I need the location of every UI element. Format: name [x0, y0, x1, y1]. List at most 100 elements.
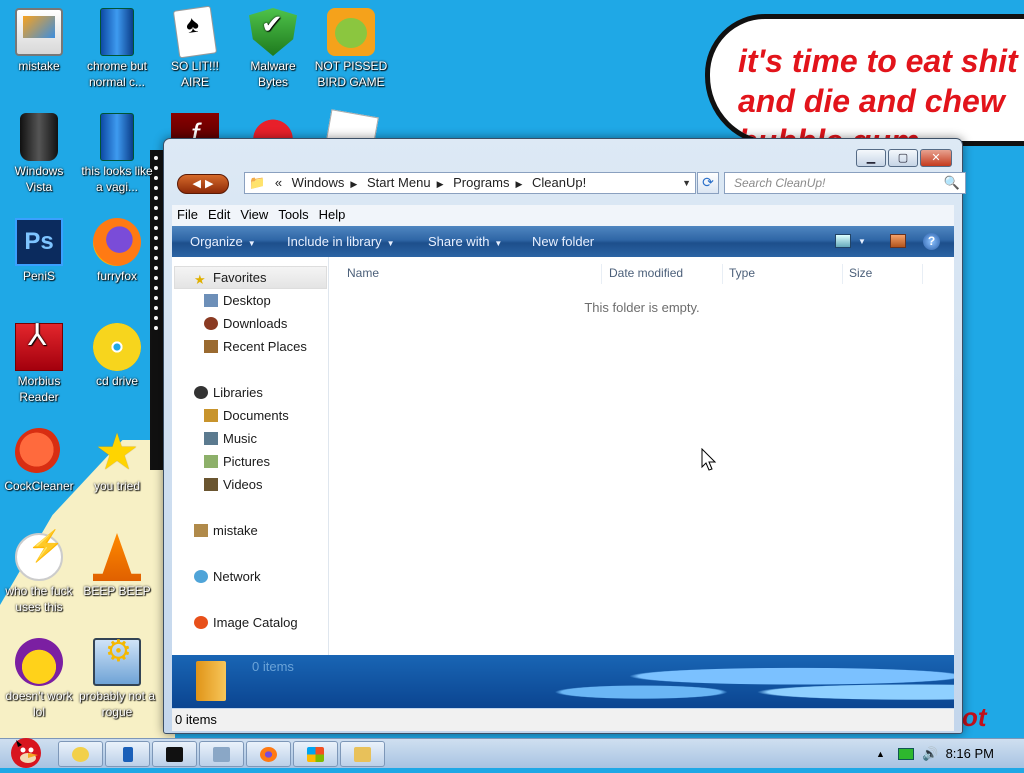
- nav-music[interactable]: Music: [204, 431, 257, 446]
- taskbar-explorer-button[interactable]: [58, 741, 103, 767]
- desktop-icon-mistake[interactable]: mistake: [0, 8, 78, 74]
- file-list: Name Date modified Type Size This folder…: [330, 257, 954, 655]
- view-options-icon[interactable]: [835, 234, 851, 248]
- taskbar-firefox-button[interactable]: [246, 741, 291, 767]
- desktop-icon-yahoo[interactable]: doesn't work lol: [0, 638, 78, 720]
- videos-icon: [204, 478, 218, 491]
- desktop-icon-solitaire[interactable]: SO LIT!!! AIRE: [156, 5, 234, 90]
- breadcrumb-programs[interactable]: Programs: [453, 175, 509, 190]
- broom-icon: [15, 428, 63, 476]
- menu-view[interactable]: View: [235, 205, 273, 225]
- firefox-icon: [93, 218, 141, 266]
- refresh-button[interactable]: ⟳: [697, 172, 719, 194]
- organize-button[interactable]: Organize ▼: [190, 226, 256, 259]
- nav-favorites[interactable]: ★ Favorites: [194, 270, 266, 287]
- nav-videos[interactable]: Videos: [204, 477, 263, 492]
- chevron-right-icon[interactable]: ▶: [515, 179, 522, 189]
- preview-pane-icon[interactable]: [890, 234, 906, 248]
- column-header-type[interactable]: Type: [729, 264, 843, 284]
- network-tray-icon[interactable]: [898, 748, 914, 760]
- maximize-button[interactable]: ▢: [888, 149, 918, 167]
- firefox-icon: [260, 747, 277, 762]
- desktop-icon: [204, 294, 218, 307]
- share-with-button[interactable]: Share with ▼: [428, 226, 502, 259]
- column-header-date-modified[interactable]: Date modified: [609, 264, 723, 284]
- nav-documents[interactable]: Documents: [204, 408, 289, 423]
- menu-tools[interactable]: Tools: [273, 205, 313, 225]
- back-forward-buttons[interactable]: ◀ ▶: [177, 174, 229, 194]
- nav-network[interactable]: Network: [194, 569, 261, 584]
- nav-downloads[interactable]: Downloads: [204, 316, 287, 331]
- nav-desktop[interactable]: Desktop: [204, 293, 271, 308]
- chevron-right-icon[interactable]: ▶: [437, 179, 444, 189]
- nav-libraries[interactable]: Libraries: [194, 385, 263, 400]
- desktop-icon-malwarebytes[interactable]: Malware Bytes: [234, 8, 312, 90]
- desktop-icon-lightning[interactable]: who the fuck uses this: [0, 533, 78, 615]
- clock[interactable]: 8:16 PM: [946, 739, 994, 769]
- address-bar[interactable]: 📁 « Windows ▶ Start Menu ▶ Programs ▶ Clean…: [244, 172, 696, 194]
- content-area: ★ Favorites Desktop Downloads Recent Plac…: [172, 257, 954, 655]
- taskbar-cmd-button[interactable]: [152, 741, 197, 767]
- desktop-icon-cleaner[interactable]: CockCleaner: [0, 428, 78, 494]
- music-icon: [204, 432, 218, 445]
- background-window-edge: [150, 150, 164, 470]
- desktop-icon-photoshop[interactable]: Ps PeniS: [0, 218, 78, 284]
- desktop-icon-firefox[interactable]: furryfox: [78, 218, 156, 284]
- gears-monitor-icon: [93, 638, 141, 686]
- nav-pictures[interactable]: Pictures: [204, 454, 270, 469]
- minimize-button[interactable]: ▁: [856, 149, 886, 167]
- breadcrumb-windows[interactable]: Windows: [292, 175, 345, 190]
- desktop-icon-windows-vista[interactable]: Windows Vista: [0, 113, 78, 195]
- forward-arrow-icon[interactable]: ▶: [205, 175, 213, 193]
- chevron-down-icon: ▼: [386, 239, 395, 248]
- taskbar-windows-button[interactable]: [293, 741, 338, 767]
- close-button[interactable]: ✕: [920, 149, 952, 167]
- desktop-icon-bird-game[interactable]: NOT PISSED BIRD GAME: [312, 8, 390, 90]
- speech-bubble-text: it's time to eat shit and die and chew b…: [738, 43, 1018, 146]
- nav-image-catalog[interactable]: Image Catalog: [194, 615, 298, 630]
- chevron-down-icon[interactable]: ▼: [858, 226, 866, 257]
- chevron-down-icon[interactable]: ▼: [682, 173, 691, 193]
- address-overflow[interactable]: «: [275, 175, 282, 190]
- taskbar-phone-button[interactable]: [105, 741, 150, 767]
- breadcrumb-start-menu[interactable]: Start Menu: [367, 175, 431, 190]
- back-arrow-icon[interactable]: ◀: [193, 175, 201, 193]
- desktop-icon-phone[interactable]: this looks like a vagi...: [78, 113, 156, 195]
- chevron-right-icon[interactable]: ▶: [350, 179, 357, 189]
- show-hidden-icons[interactable]: ▲: [876, 739, 885, 769]
- downloads-icon: [204, 317, 218, 330]
- nav-mistake[interactable]: mistake: [194, 523, 258, 538]
- desktop-icon-pdf-reader[interactable]: Morbius Reader: [0, 323, 78, 405]
- star-icon: ★: [94, 424, 140, 480]
- taskbar-computer-button[interactable]: [199, 741, 244, 767]
- playing-card-icon: [172, 5, 218, 59]
- desktop-icon-cd-drive[interactable]: cd drive: [78, 323, 156, 389]
- column-header-size[interactable]: Size: [849, 264, 923, 284]
- cd-icon: [93, 323, 141, 371]
- star-icon: ★: [194, 272, 206, 287]
- image-catalog-icon: [194, 616, 208, 629]
- taskbar-folder-button[interactable]: [340, 741, 385, 767]
- start-button[interactable]: [2, 733, 48, 769]
- include-in-library-button[interactable]: Include in library ▼: [287, 226, 395, 259]
- desktop-icon-chrome[interactable]: chrome but normal c...: [78, 8, 156, 90]
- breadcrumb-cleanup[interactable]: CleanUp!: [532, 175, 586, 190]
- volume-icon[interactable]: 🔊: [922, 739, 938, 769]
- folder-icon: [354, 747, 371, 762]
- search-input[interactable]: Search CleanUp! 🔍: [724, 172, 966, 194]
- refresh-icon: ⟳: [702, 175, 714, 191]
- column-header-name[interactable]: Name: [347, 264, 602, 284]
- menu-file[interactable]: File: [172, 205, 203, 225]
- nav-recent-places[interactable]: Recent Places: [204, 339, 307, 354]
- new-folder-button[interactable]: New folder: [532, 226, 594, 257]
- monitor-icon: [15, 8, 63, 56]
- desktop-icon-vlc[interactable]: BEEP BEEP: [78, 533, 156, 599]
- folder-icon: [196, 661, 226, 701]
- desktop-icon-you-tried[interactable]: ★ you tried: [78, 424, 156, 494]
- menu-help[interactable]: Help: [314, 205, 351, 225]
- desktop-icon-rogue[interactable]: probably not a rogue: [78, 638, 156, 720]
- search-icon[interactable]: 🔍: [944, 173, 960, 193]
- help-icon[interactable]: ?: [923, 233, 940, 250]
- phone-icon: [100, 8, 134, 56]
- menu-edit[interactable]: Edit: [203, 205, 235, 225]
